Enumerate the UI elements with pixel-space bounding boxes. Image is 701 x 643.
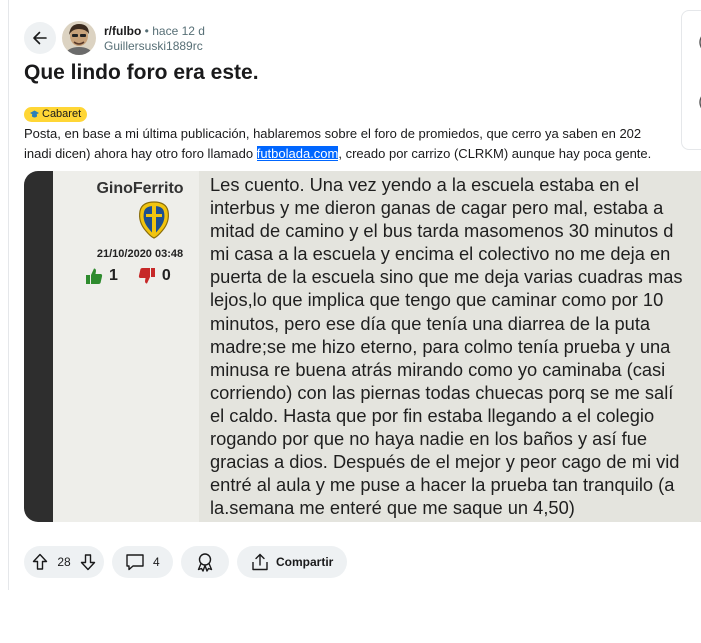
share-label: Compartir [276, 555, 334, 569]
post-meta: r/fulbo • hace 12 d Guillersuski1889rc [104, 24, 205, 54]
story-line: interbus y me dieron ganas de cagar pero… [210, 197, 664, 219]
meta-separator: • [144, 24, 149, 38]
post-body: Posta, en base a mi última publicación, … [24, 124, 701, 164]
body-line-2-end: , creado por carrizo (CLRKM) aunque hay … [338, 146, 652, 161]
comments-count: 4 [153, 555, 160, 569]
story-line: mitad de camino y el bus tarda masomenos… [210, 220, 674, 242]
story-line: Les cuento. Una vez yendo a la escuela e… [210, 174, 639, 195]
share-icon [252, 553, 268, 571]
story-line: lejos,lo que implica que tengo que camin… [210, 289, 664, 311]
arrow-left-icon [33, 31, 47, 45]
avatar[interactable] [62, 21, 96, 55]
post-title: Que lindo foro era este. [24, 61, 259, 84]
story-line: el caldo. Hasta que por fin estaba llega… [210, 404, 655, 426]
story-line: madre;se me hizo eterno, para colmo tení… [210, 335, 671, 357]
forum-post-text: Les cuento. Una vez yendo a la escuela e… [210, 173, 701, 519]
club-crest-icon [139, 201, 169, 239]
downvote-arrow-icon[interactable] [80, 553, 96, 571]
subreddit-link[interactable]: r/fulbo [104, 24, 141, 38]
share-button[interactable]: Compartir [237, 546, 347, 578]
post-age: hace 12 d [152, 24, 205, 38]
story-line: mi casa a la escuela y encima el colecti… [210, 243, 671, 265]
story-line: gracias a dios. Después de el mejor y pe… [210, 451, 680, 473]
story-line: puerta de la escuela sino que me deja va… [210, 266, 683, 288]
author-link[interactable]: Guillersuski1889rc [104, 39, 205, 54]
story-line: corriendo) con las piernas todas chuecas… [210, 381, 674, 403]
story-line: minusa re buena atrás mirando como yo ca… [210, 358, 666, 380]
post-actions: 28 4 Compartir [24, 546, 347, 578]
post-image[interactable]: GinoFerrito 21/10/2020 03:48 1 0 Les cue… [24, 171, 701, 522]
futbolada-link-text: futbolada.com [256, 146, 339, 161]
forum-votes: 1 0 [85, 267, 171, 285]
thumbs-up-icon [86, 268, 103, 284]
story-line: rogando por que no haya nadie en los bañ… [210, 428, 648, 450]
story-line: entré al aula y me puse a hacer la prueb… [210, 474, 675, 496]
upvote-arrow-icon[interactable] [32, 553, 48, 571]
post-flair[interactable]: Cabaret [24, 107, 88, 122]
body-line-2-start: inadi dicen) ahora hay otro foro llamado [24, 146, 257, 161]
thumbs-down-icon [138, 268, 155, 284]
body-line-1: Posta, en base a mi última publicación, … [24, 126, 642, 141]
forum-upvote-count: 1 [109, 267, 118, 284]
back-button[interactable] [24, 22, 56, 54]
comment-bubble-icon [126, 554, 144, 571]
futbolada-link[interactable]: futbolada.com [256, 146, 339, 161]
story-line: minutos, pero ese día que tenía una diar… [210, 312, 651, 334]
comments-button[interactable]: 4 [112, 546, 173, 578]
story-line: la.semana me enteré que me saque un 4,50… [210, 497, 575, 519]
flair-emoji-icon [30, 110, 39, 118]
left-divider [8, 0, 9, 590]
forum-post-panel: Les cuento. Una vez yendo a la escuela e… [199, 171, 701, 522]
award-button[interactable] [181, 546, 229, 578]
flair-label: Cabaret [42, 108, 82, 120]
vote-bar: 28 [24, 546, 104, 578]
vote-score: 28 [57, 555, 71, 569]
forum-downvote-count: 0 [161, 267, 171, 284]
award-icon [197, 553, 213, 572]
body-line-2: inadi dicen) ahora hay otro foro llamado… [24, 144, 701, 164]
